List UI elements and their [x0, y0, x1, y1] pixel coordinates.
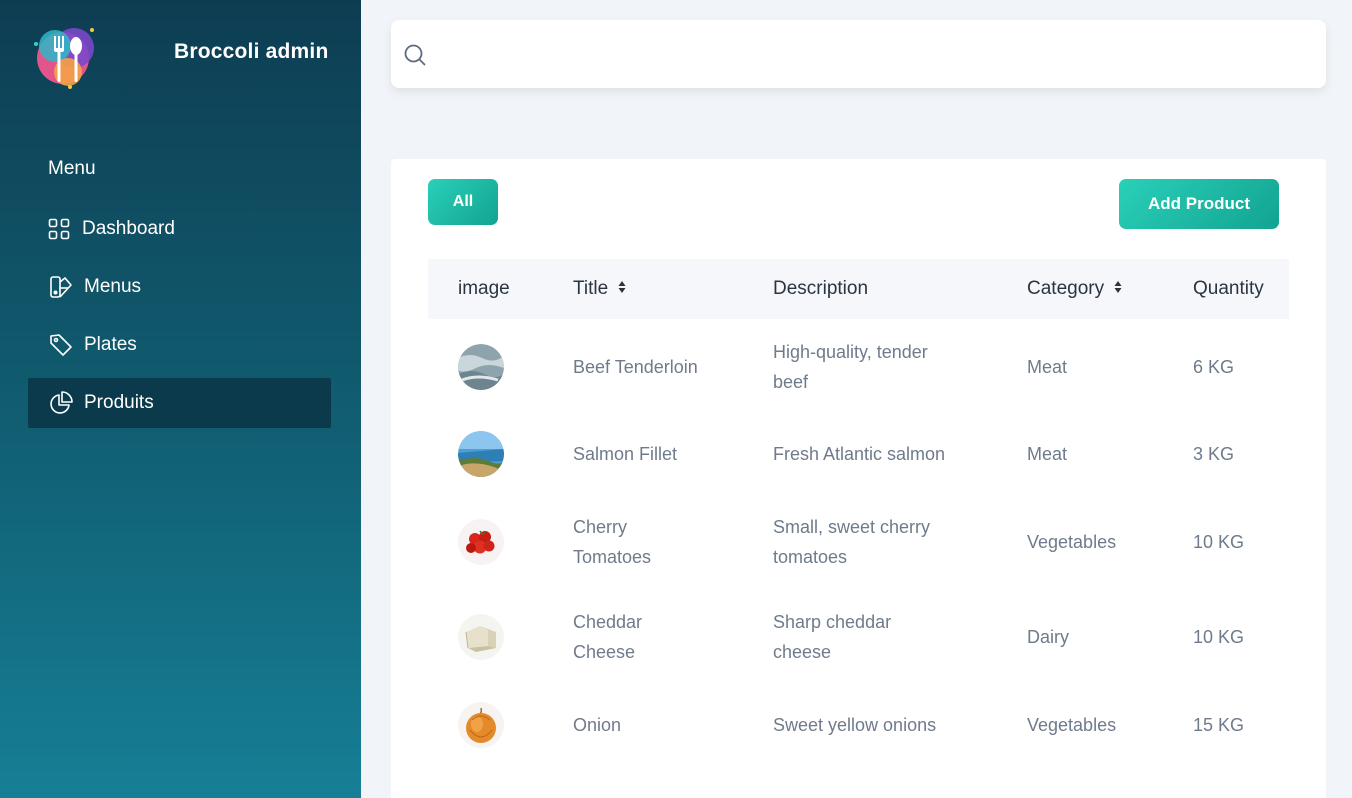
book-icon	[48, 274, 74, 300]
grid-icon	[46, 216, 72, 242]
sort-icon[interactable]	[1114, 278, 1122, 300]
sidebar-item-label: Menus	[84, 276, 142, 297]
product-title: Salmon Fillet	[573, 444, 678, 464]
cheese-thumbnail	[458, 614, 504, 660]
product-category: Meat	[1027, 357, 1068, 377]
table-header-row: image Title Description Category Quantit…	[428, 259, 1289, 319]
product-title: Cheddar Cheese	[573, 612, 643, 662]
product-category: Vegetables	[1027, 532, 1117, 552]
filter-all-button[interactable]: All	[428, 179, 498, 225]
onion-thumbnail	[458, 702, 504, 748]
sidebar-item-dashboard[interactable]: Dashboard	[28, 204, 331, 254]
brand-name: Broccoli admin	[174, 40, 329, 63]
tag-icon	[48, 332, 74, 358]
column-header-category[interactable]: Category	[1027, 259, 1193, 319]
menu-heading: Menu	[48, 158, 96, 179]
product-quantity: 10 KG	[1193, 627, 1245, 647]
column-header-description: Description	[773, 278, 869, 299]
products-table: image Title Description Category Quantit…	[428, 259, 1289, 767]
product-description: Sweet yellow onions	[773, 715, 937, 735]
product-quantity: 3 KG	[1193, 444, 1235, 464]
sidebar-item-label: Dashboard	[82, 218, 175, 239]
product-quantity: 6 KG	[1193, 357, 1235, 377]
product-category: Vegetables	[1027, 715, 1117, 735]
search-input[interactable]	[439, 34, 1299, 74]
table-row[interactable]: Cheddar Cheese Sharp cheddar cheese Dair…	[428, 591, 1289, 683]
table-row[interactable]: Salmon Fillet Fresh Atlantic salmon Meat…	[428, 415, 1289, 493]
products-card: All Add Product image Title Description …	[391, 159, 1326, 798]
sidebar-nav: Dashboard Menus Plates Produits	[28, 204, 331, 436]
table-row[interactable]: Cherry Tomatoes Small, sweet cherry toma…	[428, 493, 1289, 591]
sidebar-item-label: Plates	[84, 334, 137, 355]
sidebar-item-plates[interactable]: Plates	[28, 320, 331, 370]
column-header-image: image	[458, 278, 510, 299]
product-title: Onion	[573, 715, 622, 735]
column-header-quantity: Quantity	[1193, 278, 1264, 299]
brand[interactable]: Broccoli admin	[30, 18, 350, 90]
sidebar: Broccoli admin Menu Dashboard Menus Plat…	[0, 0, 361, 798]
sidebar-item-produits[interactable]: Produits	[28, 378, 331, 428]
product-quantity: 15 KG	[1193, 715, 1245, 735]
sort-icon[interactable]	[618, 278, 626, 300]
product-title: Beef Tenderloin	[573, 357, 698, 377]
product-description: Sharp cheddar cheese	[773, 612, 892, 662]
logo-icon	[34, 28, 94, 89]
add-product-button[interactable]: Add Product	[1119, 179, 1279, 229]
product-title: Cherry Tomatoes	[573, 517, 652, 567]
salmon-thumbnail	[458, 431, 504, 477]
pie-chart-icon	[48, 390, 74, 416]
table-row[interactable]: Onion Sweet yellow onions Vegetables 15 …	[428, 683, 1289, 767]
sidebar-item-label: Produits	[84, 392, 154, 413]
product-description: High-quality, tender beef	[773, 342, 928, 392]
product-category: Dairy	[1027, 627, 1070, 647]
beef-thumbnail	[458, 344, 504, 390]
product-description: Fresh Atlantic salmon	[773, 444, 946, 464]
sidebar-item-menus[interactable]: Menus	[28, 262, 331, 312]
product-quantity: 10 KG	[1193, 532, 1245, 552]
tomatoes-thumbnail	[458, 519, 504, 565]
product-description: Small, sweet cherry tomatoes	[773, 517, 931, 567]
table-row[interactable]: Beef Tenderloin High-quality, tender bee…	[428, 319, 1289, 415]
search-icon	[404, 44, 426, 66]
search-bar	[391, 20, 1326, 88]
column-header-title[interactable]: Title	[573, 259, 773, 319]
product-category: Meat	[1027, 444, 1068, 464]
